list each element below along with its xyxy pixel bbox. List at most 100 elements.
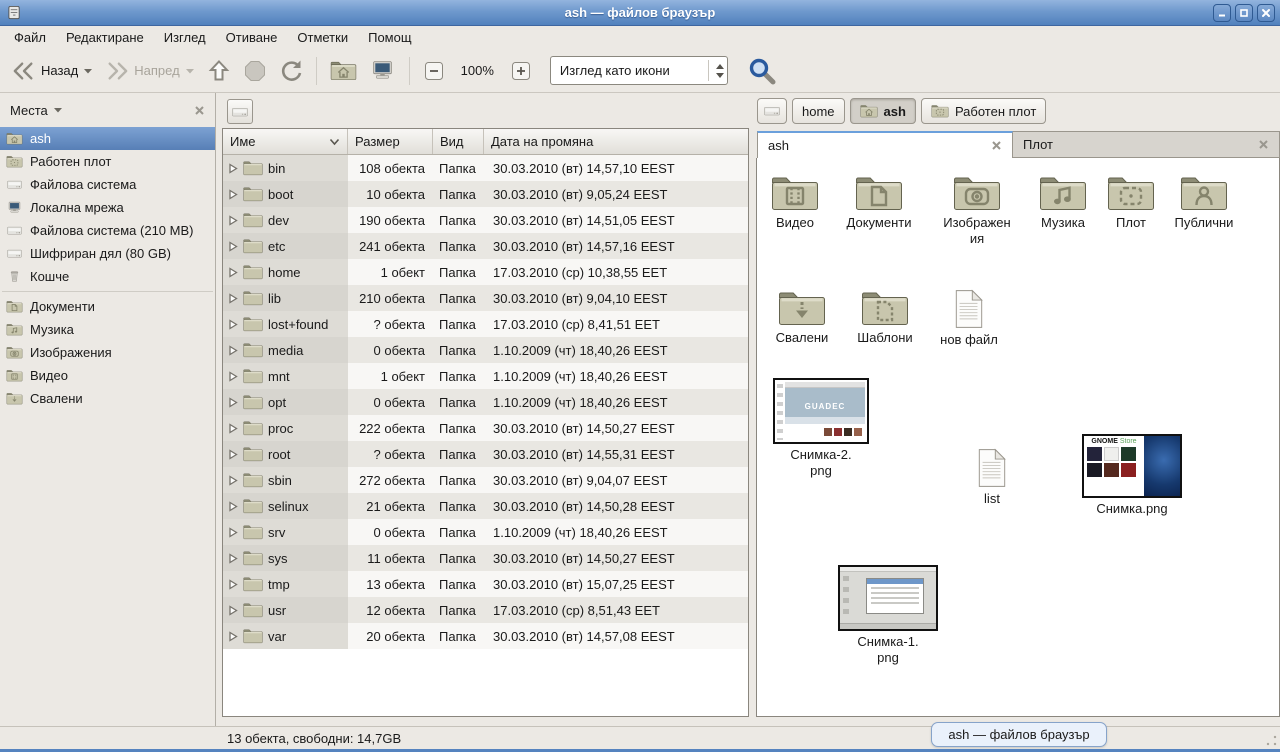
home-button[interactable] [324,56,363,85]
search-button[interactable] [742,53,782,89]
table-row[interactable]: proc222 обектаПапка30.03.2010 (вт) 14,50… [223,415,748,441]
sidebar-item[interactable]: Изображения [0,341,215,364]
table-row[interactable]: etc241 обектаПапка30.03.2010 (вт) 14,57,… [223,233,748,259]
column-header[interactable]: Размер [348,129,433,154]
column-header[interactable]: Дата на промяна [484,129,748,154]
path-button[interactable] [757,98,787,124]
zoom-out-button[interactable] [417,56,451,86]
expander-icon[interactable] [228,371,238,382]
menu-item-5[interactable]: Отметки [287,27,358,48]
icon-view-item-downloads[interactable]: Свалени [759,289,845,346]
sidebar-item[interactable]: Файлова система [0,173,215,196]
icon-view-item-music[interactable]: Музика [1023,174,1103,231]
table-row[interactable]: tmp13 обектаПапка30.03.2010 (вт) 15,07,2… [223,571,748,597]
table-row[interactable]: opt0 обектаПапка1.10.2009 (чт) 18,40,26 … [223,389,748,415]
back-button[interactable]: Назад [6,56,99,86]
computer-button[interactable] [363,56,402,85]
expander-icon[interactable] [228,189,238,200]
expander-icon[interactable] [228,397,238,408]
table-row[interactable]: dev190 обектаПапка30.03.2010 (вт) 14,51,… [223,207,748,233]
sidebar-item[interactable]: Файлова система (210 MB) [0,219,215,242]
table-row[interactable]: sys11 обектаПапка30.03.2010 (вт) 14,50,2… [223,545,748,571]
menu-item-2[interactable]: Редактиране [56,27,154,48]
path-button-Работен плот[interactable]: Работен плот [921,98,1046,124]
zoom-in-button[interactable] [504,56,538,86]
tab-ash[interactable]: ash [757,131,1013,158]
table-row[interactable]: root? обектаПапка30.03.2010 (вт) 14,55,3… [223,441,748,467]
reload-button[interactable] [273,55,309,87]
combo-spinner-icon[interactable] [713,61,727,81]
column-header[interactable]: Име [223,129,348,154]
expander-icon[interactable] [228,163,238,174]
icon-view-item-public[interactable]: Публични [1159,174,1249,231]
sidebar-pane-selector[interactable]: Места [10,103,63,118]
close-tab-icon[interactable] [1258,139,1269,150]
sidebar-item[interactable]: Локална мрежа [0,196,215,219]
table-row[interactable]: home1 обектПапка17.03.2010 (ср) 10,38,55… [223,259,748,285]
sidebar-item[interactable]: Видео [0,364,215,387]
sidebar-item[interactable]: Работен плот [0,150,215,173]
table-row[interactable]: usr12 обектаПапка17.03.2010 (ср) 8,51,43… [223,597,748,623]
up-button[interactable] [201,55,237,87]
expander-icon[interactable] [228,267,238,278]
title-bar[interactable]: ash — файлов браузър [0,0,1280,26]
close-button[interactable] [1257,4,1275,22]
column-header[interactable]: Вид [433,129,484,154]
forward-button[interactable]: Напред [99,56,200,86]
expander-icon[interactable] [228,631,238,642]
sidebar-item[interactable]: Кошче [0,265,215,288]
expander-icon[interactable] [228,553,238,564]
expander-icon[interactable] [228,475,238,486]
expander-icon[interactable] [228,241,238,252]
expander-icon[interactable] [228,345,238,356]
path-root-button[interactable] [227,99,253,124]
tab-Плот[interactable]: Плот [1013,131,1280,158]
table-row[interactable]: selinux21 обектаПапка30.03.2010 (вт) 14,… [223,493,748,519]
table-row[interactable]: boot10 обектаПапка30.03.2010 (вт) 9,05,2… [223,181,748,207]
path-button-ash[interactable]: ash [850,98,916,124]
icon-view-item-images[interactable]: Изображен ия [929,174,1025,248]
table-row[interactable]: lib210 обектаПапка30.03.2010 (вт) 9,04,1… [223,285,748,311]
expander-icon[interactable] [228,293,238,304]
maximize-button[interactable] [1235,4,1253,22]
menu-item-4[interactable]: Отиване [216,27,288,48]
table-row[interactable]: srv0 обектаПапка1.10.2009 (чт) 18,40,26 … [223,519,748,545]
table-row[interactable]: var20 обектаПапка30.03.2010 (вт) 14,57,0… [223,623,748,649]
icon-view-item-snimka1[interactable]: Снимка-1. png [833,565,943,667]
sidebar-item[interactable]: Свалени [0,387,215,410]
expander-icon[interactable] [228,215,238,226]
icon-view-item-snimka[interactable]: GNOME StoreСнимка.png [1074,434,1190,517]
sidebar-item[interactable]: Шифриран дял (80 GB) [0,242,215,265]
icon-view-pane[interactable]: ВидеоДокументиИзображен ияМузикаПлотПубл… [756,158,1280,717]
menu-item-1[interactable]: Файл [4,27,56,48]
sidebar-item[interactable]: ash [0,127,215,150]
icon-view-item-desktop[interactable]: Плот [1101,174,1161,231]
close-tab-icon[interactable] [991,140,1002,151]
icon-view-item-documents[interactable]: Документи [829,174,929,231]
expander-icon[interactable] [228,501,238,512]
back-dropdown-icon[interactable] [83,67,93,75]
minimize-button[interactable] [1213,4,1231,22]
expander-icon[interactable] [228,423,238,434]
sidebar-close-icon[interactable] [194,105,205,116]
sidebar-item[interactable]: Музика [0,318,215,341]
icon-view-item-snimka2[interactable]: GUADECСнимка-2. png [766,378,876,480]
table-row[interactable]: sbin272 обектаПапка30.03.2010 (вт) 9,04,… [223,467,748,493]
icon-view-item-new-file[interactable]: нов файл [926,289,1012,348]
expander-icon[interactable] [228,449,238,460]
resize-grip[interactable] [1266,735,1278,747]
sidebar-item[interactable]: Документи [0,295,215,318]
icon-view-item-list[interactable]: list [949,448,1035,507]
table-row[interactable]: bin108 обектаПапка30.03.2010 (вт) 14,57,… [223,155,748,181]
path-button-home[interactable]: home [792,98,845,124]
icon-view-item-video[interactable]: Видео [760,174,830,231]
icon-view-item-templates[interactable]: Шаблони [842,289,928,346]
expander-icon[interactable] [228,605,238,616]
menu-item-6[interactable]: Помощ [358,27,421,48]
menu-item-3[interactable]: Изглед [154,27,216,48]
table-row[interactable]: media0 обектаПапка1.10.2009 (чт) 18,40,2… [223,337,748,363]
table-row[interactable]: lost+found? обектаПапка17.03.2010 (ср) 8… [223,311,748,337]
table-row[interactable]: mnt1 обектПапка1.10.2009 (чт) 18,40,26 E… [223,363,748,389]
expander-icon[interactable] [228,579,238,590]
view-mode-combobox[interactable]: Изглед като икони [550,56,728,85]
